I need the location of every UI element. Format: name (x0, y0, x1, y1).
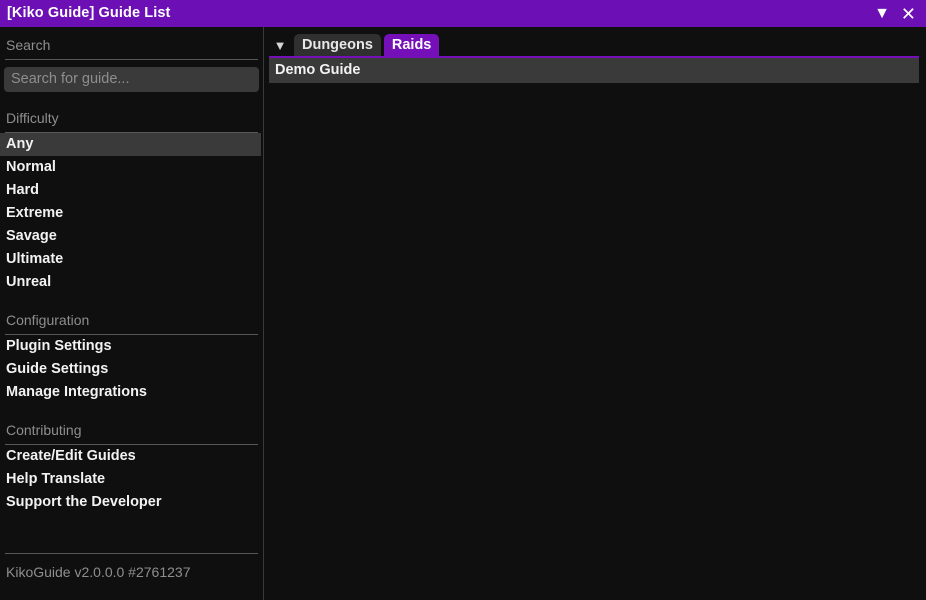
sidebar-group-difficulty: Difficulty Any Normal Hard Extreme Savage Ulti… (0, 109, 263, 294)
plugin-window: [Kiko Guide] Guide List ▼ ✕ Search Diffi… (0, 0, 926, 600)
sidebar-item-ultimate[interactable]: Ultimate (0, 248, 263, 271)
sidebar-item-extreme[interactable]: Extreme (0, 202, 263, 225)
collapse-icon[interactable]: ▼ (874, 5, 890, 22)
sidebar-item-guide-settings[interactable]: Guide Settings (0, 358, 263, 381)
sidebar-item-unreal[interactable]: Unreal (0, 271, 263, 294)
chevron-down-icon[interactable]: ▼ (269, 34, 291, 56)
window-title: [Kiko Guide] Guide List (7, 5, 171, 22)
guide-list: Demo Guide (264, 58, 926, 83)
tab-underline (269, 56, 919, 58)
window-controls: ▼ ✕ (874, 5, 918, 23)
footer-divider (5, 552, 258, 554)
title-bar: [Kiko Guide] Guide List ▼ ✕ (0, 0, 926, 27)
sidebar-item-support-the-developer[interactable]: Support the Developer (0, 491, 263, 514)
version-label: KikoGuide v2.0.0.0 #2761237 (6, 563, 191, 580)
tab-list: Dungeons Raids (291, 34, 440, 56)
sidebar-groups: Difficulty Any Normal Hard Extreme Savage Ulti… (0, 92, 263, 514)
section-divider (5, 58, 258, 60)
sidebar-footer: KikoGuide v2.0.0.0 #2761237 (0, 552, 263, 600)
window-body: Search Difficulty AnyNormalHardExtremeSav… (0, 27, 926, 600)
sidebar-group-contributing: Contributing Create/Edit Guides Help Trans… (0, 421, 263, 514)
guide-list-item[interactable]: Demo Guide (269, 58, 919, 83)
tab-bar: ▼ Dungeons Raids (264, 34, 926, 56)
tab-dungeons[interactable]: Dungeons (294, 34, 381, 56)
tab-raids[interactable]: Raids (383, 34, 440, 56)
sidebar-group-configuration: Configuration Plugin Settings Guide Settin… (0, 311, 263, 404)
sidebar-section-header-configuration: Configuration (6, 311, 90, 328)
sidebar-section-header-difficulty: Difficulty (6, 109, 59, 126)
search-field[interactable] (4, 66, 259, 92)
sidebar-section-header-search: Search (6, 37, 51, 53)
sidebar-section-header-contributing: Contributing (6, 421, 82, 438)
sidebar-item-normal[interactable]: Normal (0, 156, 263, 179)
sidebar-item-savage[interactable]: Savage (0, 225, 263, 248)
sidebar-item-help-translate[interactable]: Help Translate (0, 468, 263, 491)
sidebar-item-plugin-settings[interactable]: Plugin Settings (0, 335, 263, 358)
sidebar-group-search: Search (0, 36, 263, 92)
sidebar-item-manage-integrations[interactable]: Manage Integrations (0, 381, 263, 404)
sidebar: Search Difficulty AnyNormalHardExtremeSav… (0, 27, 264, 600)
sidebar-item-hard[interactable]: Hard (0, 179, 263, 202)
content-panel: ▼ Dungeons Raids Demo Guide (264, 27, 926, 600)
search-input[interactable] (11, 71, 252, 88)
sidebar-item-create-edit-guides[interactable]: Create/Edit Guides (0, 445, 263, 468)
close-icon[interactable]: ✕ (901, 5, 916, 23)
sidebar-item-any[interactable]: Any (0, 132, 261, 156)
